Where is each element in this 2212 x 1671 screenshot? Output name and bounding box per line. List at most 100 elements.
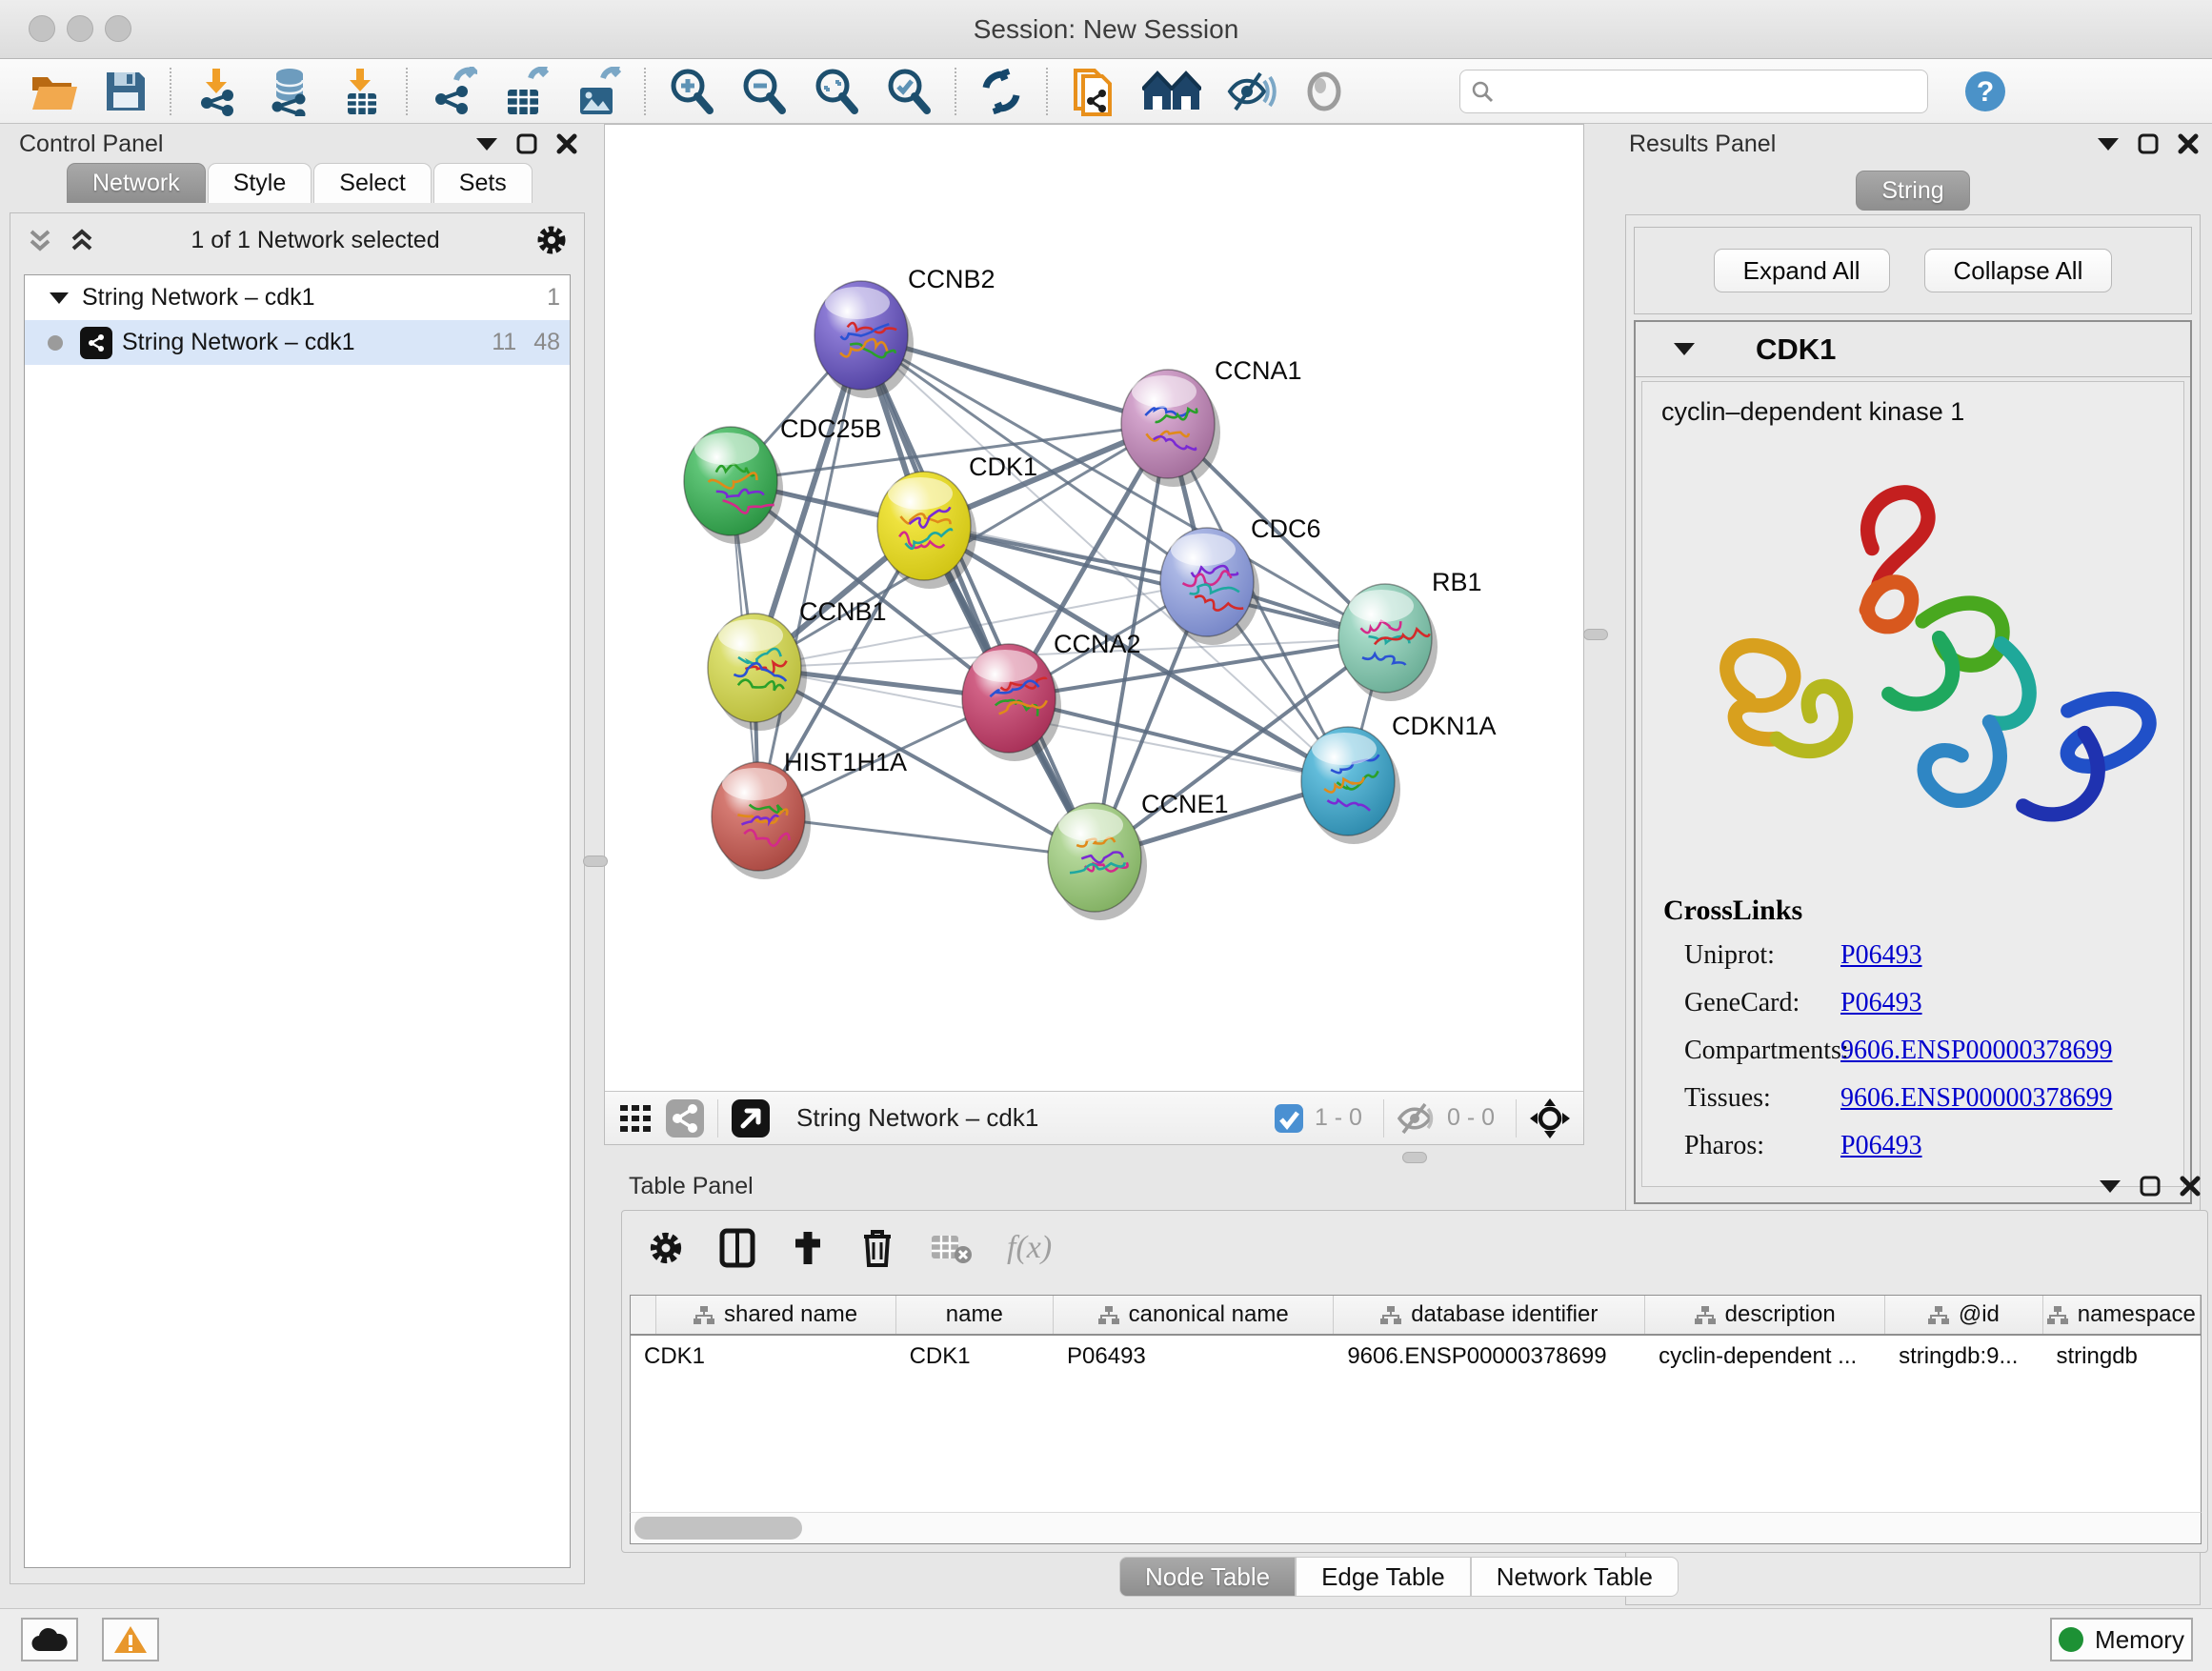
minimize-window-button[interactable] (67, 15, 93, 42)
node-CCNE1[interactable]: CCNE1 (1048, 790, 1229, 920)
node-CDK1[interactable]: CDK1 (877, 453, 1037, 589)
panel-menu-icon[interactable] (2100, 1180, 2121, 1193)
collapse-all-button[interactable]: Collapse All (1924, 249, 2113, 292)
column-header-description[interactable]: description (1645, 1296, 1885, 1334)
close-panel-icon[interactable] (2180, 1176, 2201, 1197)
string-home-button[interactable] (1130, 64, 1214, 119)
node-RB1[interactable]: RB1 (1338, 568, 1482, 701)
node-HIST1H1A[interactable]: HIST1H1A (712, 748, 907, 879)
birdseye-crosshair-icon[interactable] (1528, 1097, 1572, 1140)
grid-view-icon[interactable] (616, 1099, 654, 1137)
warnings-button[interactable] (102, 1618, 159, 1661)
collection-expand-icon[interactable] (50, 292, 69, 304)
search-box[interactable] (1459, 70, 1928, 113)
column-header--id[interactable]: @id (1885, 1296, 2042, 1334)
table-cell[interactable]: stringdb (2043, 1343, 2201, 1370)
table-row[interactable]: CDK1CDK1P064939606.ENSP00000378699cyclin… (631, 1336, 2201, 1378)
close-panel-icon[interactable] (2178, 133, 2199, 154)
import-network-database-button[interactable] (251, 64, 328, 119)
zoom-fit-button[interactable] (800, 64, 873, 119)
crosslink-link[interactable]: P06493 (1840, 988, 1922, 1018)
tab-node-table[interactable]: Node Table (1119, 1557, 1296, 1597)
float-panel-icon[interactable] (516, 133, 537, 154)
share-document-button[interactable] (1057, 64, 1130, 119)
panel-menu-icon[interactable] (2098, 138, 2119, 151)
hidden-eye-icon[interactable] (1396, 1101, 1438, 1136)
node-CDKN1A[interactable]: CDKN1A (1301, 712, 1497, 844)
tab-select[interactable]: Select (313, 163, 431, 203)
crosslink-link[interactable]: 9606.ENSP00000378699 (1840, 1083, 2112, 1114)
column-header-name[interactable]: name (896, 1296, 1054, 1334)
zoom-window-button[interactable] (105, 15, 131, 42)
edge-CCNB2-CCNE1[interactable] (861, 335, 1095, 857)
table-horizontal-scrollbar[interactable] (630, 1512, 2202, 1544)
crosslink-link[interactable]: P06493 (1840, 940, 1922, 971)
horizontal-splitter-handle[interactable] (1402, 1152, 1427, 1163)
scrollbar-thumb[interactable] (634, 1517, 802, 1540)
show-graphics-details-button[interactable] (1290, 64, 1358, 119)
enhanced-graphics-button[interactable] (1214, 64, 1290, 119)
save-session-button[interactable] (91, 64, 160, 119)
show-columns-icon[interactable] (719, 1228, 755, 1268)
expand-all-button[interactable]: Expand All (1714, 249, 1890, 292)
selected-checkbox-icon[interactable] (1273, 1102, 1305, 1135)
column-header-namespace[interactable]: namespace (2043, 1296, 2201, 1334)
node-result-header[interactable]: CDK1 (1636, 322, 2190, 377)
export-table-button[interactable] (490, 64, 562, 119)
right-splitter-handle[interactable] (1583, 629, 1608, 640)
collapse-entry-icon[interactable] (1674, 343, 1695, 355)
table-cell[interactable]: CDK1 (631, 1343, 896, 1370)
network-row[interactable]: String Network – cdk1 11 48 (25, 320, 570, 365)
tab-edge-table[interactable]: Edge Table (1296, 1557, 1471, 1597)
table-cell[interactable]: P06493 (1054, 1343, 1334, 1370)
crosslink-link[interactable]: 9606.ENSP00000378699 (1840, 1036, 2112, 1066)
table-cell[interactable]: 9606.ENSP00000378699 (1334, 1343, 1645, 1370)
open-session-button[interactable] (17, 64, 91, 119)
cloud-status-button[interactable] (21, 1618, 78, 1661)
network-view-icon[interactable] (664, 1097, 706, 1139)
zoom-in-button[interactable] (655, 64, 728, 119)
export-network-button[interactable] (417, 64, 490, 119)
column-header-database-identifier[interactable]: database identifier (1334, 1296, 1645, 1334)
tab-string[interactable]: String (1856, 171, 1969, 211)
refresh-button[interactable] (966, 64, 1036, 119)
node-CDC25B[interactable]: CDC25B (684, 414, 882, 544)
detach-view-icon[interactable] (730, 1097, 772, 1139)
search-input[interactable] (1495, 78, 1895, 105)
close-window-button[interactable] (29, 15, 55, 42)
column-header-shared-name[interactable]: shared name (656, 1296, 896, 1334)
network-canvas[interactable]: CCNB2CCNA1CDC25BCDK1CDC6RB1CCNB1CCNA2CDK… (605, 125, 1583, 1091)
node-table[interactable]: shared namenamecanonical namedatabase id… (630, 1295, 2202, 1512)
node-CDC6[interactable]: CDC6 (1160, 514, 1321, 645)
network-collection-row[interactable]: String Network – cdk1 1 (25, 275, 570, 320)
tab-network-table[interactable]: Network Table (1471, 1557, 1679, 1597)
float-panel-icon[interactable] (2138, 133, 2159, 154)
crosslink-link[interactable]: P06493 (1840, 1131, 1922, 1161)
import-network-file-button[interactable] (181, 64, 251, 119)
delete-column-icon[interactable] (860, 1227, 895, 1269)
zoom-out-button[interactable] (728, 64, 800, 119)
expand-all-icon[interactable] (68, 226, 96, 254)
add-column-icon[interactable] (790, 1228, 826, 1268)
node-CCNB2[interactable]: CCNB2 (814, 265, 995, 398)
export-image-button[interactable] (562, 64, 634, 119)
tab-style[interactable]: Style (208, 163, 312, 203)
table-cell[interactable]: cyclin-dependent ... (1645, 1343, 1885, 1370)
options-gear-icon[interactable] (534, 223, 569, 257)
left-splitter-handle[interactable] (583, 856, 608, 867)
close-panel-icon[interactable] (556, 133, 577, 154)
memory-button[interactable]: Memory (2050, 1618, 2193, 1661)
table-options-gear-icon[interactable] (647, 1229, 685, 1267)
node-CCNB1[interactable]: CCNB1 (708, 597, 887, 731)
zoom-selected-button[interactable] (873, 64, 945, 119)
import-table-button[interactable] (328, 64, 396, 119)
table-cell[interactable]: CDK1 (896, 1343, 1054, 1370)
table-cell[interactable]: stringdb:9... (1885, 1343, 2042, 1370)
help-button[interactable]: ? (1951, 64, 2020, 119)
panel-menu-icon[interactable] (476, 138, 497, 151)
tab-sets[interactable]: Sets (433, 163, 533, 203)
function-builder-button[interactable]: f(x) (1007, 1230, 1052, 1266)
tab-network[interactable]: Network (67, 163, 206, 203)
float-panel-icon[interactable] (2140, 1176, 2161, 1197)
collapse-all-icon[interactable] (26, 226, 54, 254)
